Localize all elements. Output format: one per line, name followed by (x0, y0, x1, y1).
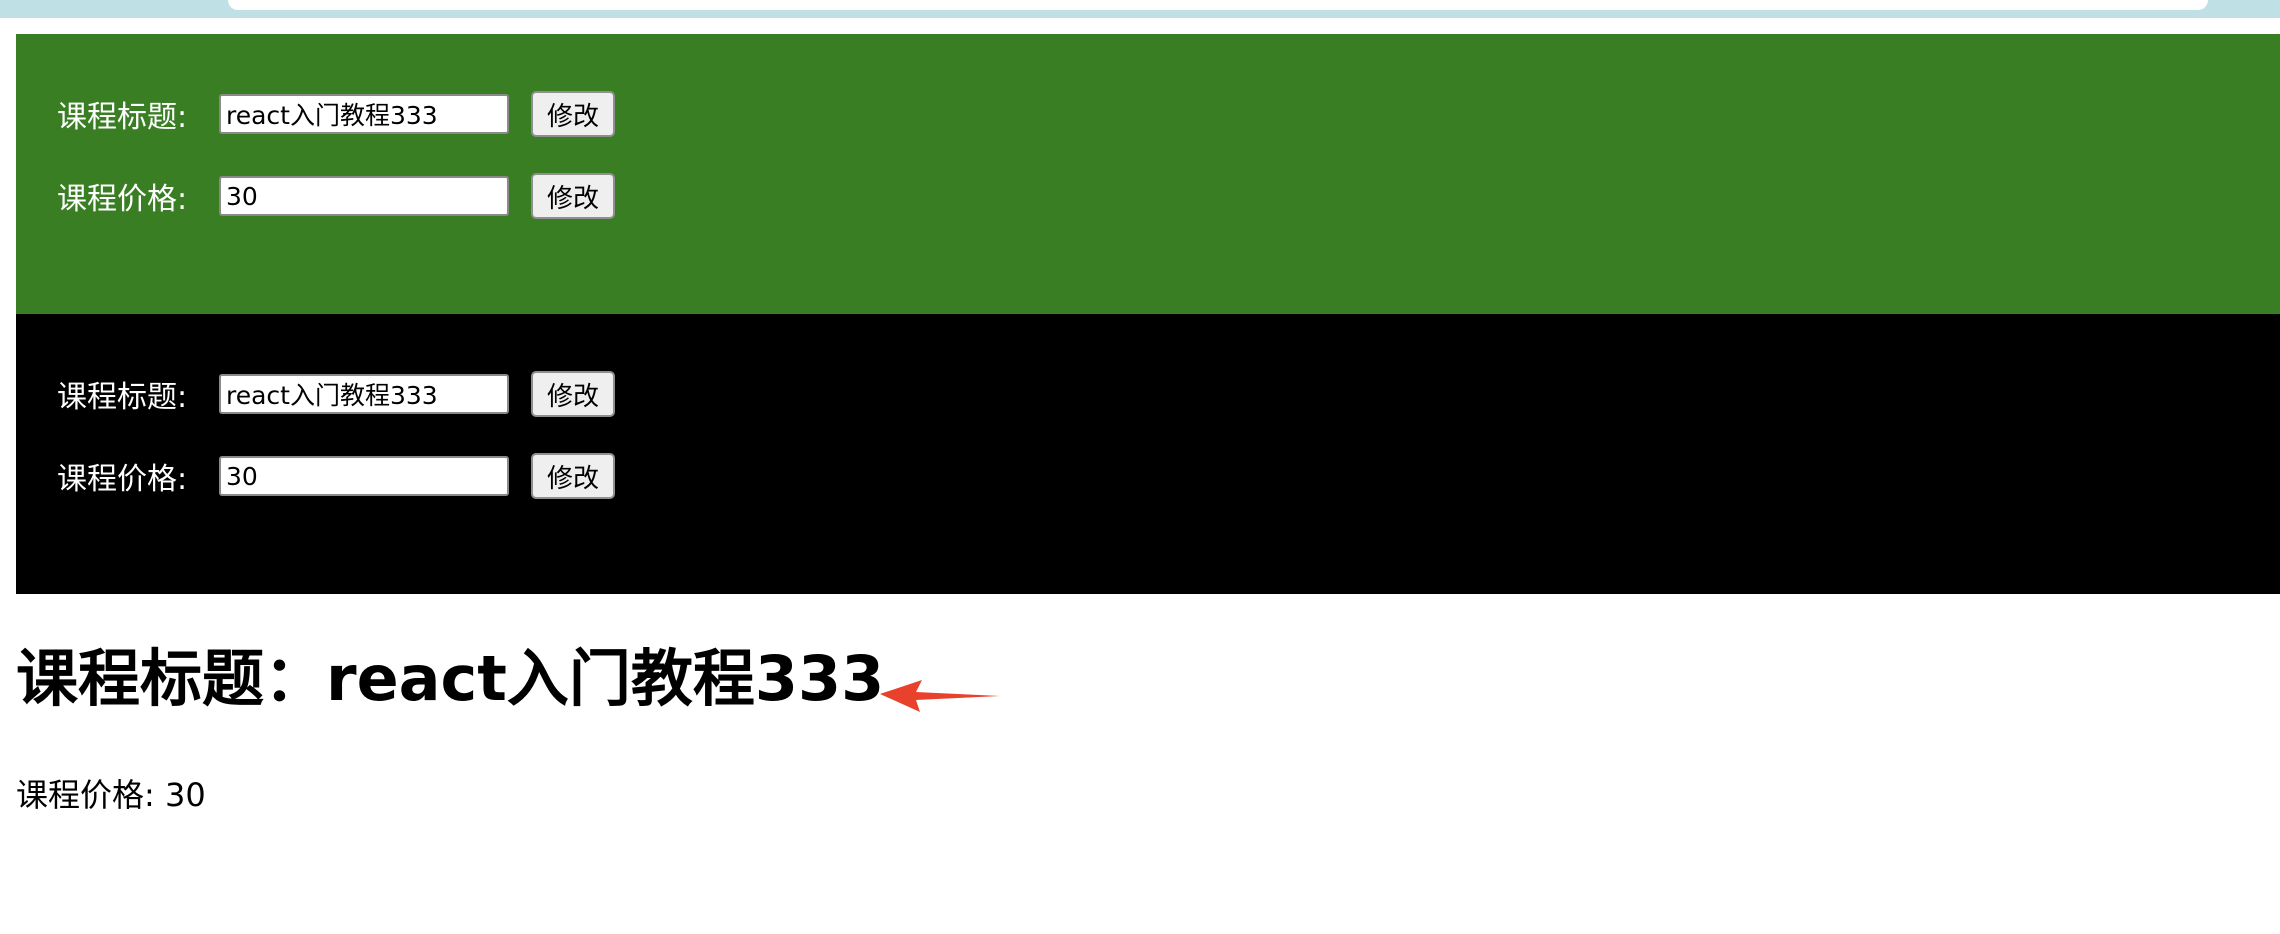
edit-title-button[interactable]: 修改 (531, 91, 615, 137)
edit-price-button[interactable]: 修改 (531, 173, 615, 219)
green-edit-panel: 课程标题: 修改 课程价格: 修改 (16, 34, 2280, 314)
price-label: 课程价格: (57, 462, 188, 497)
title-input[interactable] (219, 374, 509, 414)
price-label: 课程价格: (57, 182, 188, 217)
title-input[interactable] (219, 94, 509, 134)
course-price-text: 课程价格: 30 (16, 776, 206, 814)
title-edit-row: 课程标题: 修改 (57, 371, 615, 417)
browser-top-strip (0, 0, 2280, 18)
title-label: 课程标题: (57, 100, 188, 135)
edit-price-button[interactable]: 修改 (531, 453, 615, 499)
title-edit-row: 课程标题: 修改 (57, 91, 615, 137)
address-bar-edge[interactable] (228, 0, 2208, 10)
price-edit-row: 课程价格: 修改 (57, 173, 615, 219)
price-edit-row: 课程价格: 修改 (57, 453, 615, 499)
arrow-left-icon (880, 680, 1000, 712)
course-title-heading: 课程标题：react入门教程333 (16, 642, 885, 715)
black-edit-panel: 课程标题: 修改 课程价格: 修改 (16, 314, 2280, 594)
price-input[interactable] (219, 456, 509, 496)
title-label: 课程标题: (57, 380, 188, 415)
edit-title-button[interactable]: 修改 (531, 371, 615, 417)
price-input[interactable] (219, 176, 509, 216)
